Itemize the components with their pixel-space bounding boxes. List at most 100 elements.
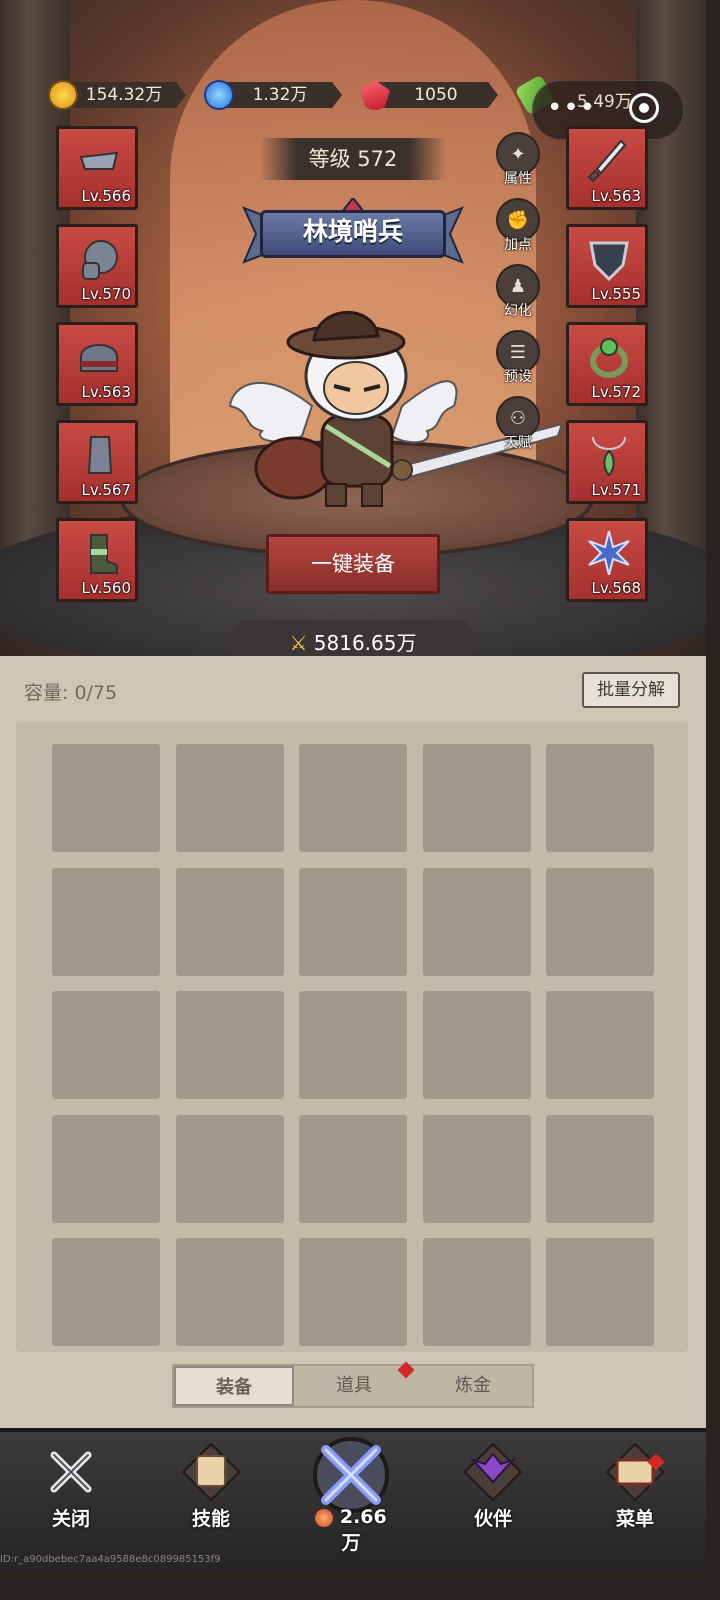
inventory-slot[interactable] — [422, 744, 531, 852]
greave-icon — [87, 436, 113, 474]
attributes-label: 属性 — [504, 171, 532, 187]
inventory-slot[interactable] — [422, 867, 531, 976]
equip-slot-helmet[interactable]: Lv.563 — [56, 322, 138, 406]
inventory-slot[interactable] — [546, 991, 654, 1099]
equip-slot-ring[interactable]: Lv.572 — [566, 322, 648, 406]
batch-decompose-button[interactable]: 批量分解 — [582, 672, 680, 708]
equip-level: Lv.571 — [591, 481, 641, 499]
energy-amount: 5.49万 — [577, 92, 632, 112]
equip-level: Lv.563 — [591, 187, 641, 205]
equip-level: Lv.570 — [81, 285, 131, 303]
crystal-resource[interactable]: 1.32万 — [204, 80, 344, 110]
pauldron-icon — [82, 240, 118, 280]
crossed-swords-icon: ⚔ — [289, 631, 308, 655]
inventory-slot[interactable] — [52, 867, 160, 976]
talent-label: 天赋 — [504, 435, 532, 451]
inventory-slot[interactable] — [52, 991, 160, 1099]
inventory-slot[interactable] — [299, 744, 407, 852]
one-click-equip-button[interactable]: 一键装备 — [266, 534, 440, 594]
nav-partner-label: 伙伴 — [473, 1508, 512, 1530]
attributes-button[interactable]: ✦ 属性 — [494, 132, 542, 188]
inventory-grid — [16, 722, 688, 1352]
equip-level: Lv.563 — [81, 383, 131, 401]
tab-equipment[interactable]: 装备 — [174, 1366, 294, 1406]
inventory-slot[interactable] — [299, 991, 407, 1099]
user-id: ID:r_a90dbebec7aa4a9588e8c089985153f9 — [0, 1554, 221, 1565]
inventory-slot[interactable] — [546, 1114, 654, 1223]
ring-icon — [590, 338, 628, 378]
hero-title: 林境哨兵 — [302, 217, 403, 246]
inventory-slot[interactable] — [422, 1238, 531, 1346]
star-emblem-icon — [588, 531, 630, 575]
inventory-slot[interactable] — [546, 744, 654, 852]
nav-menu[interactable]: 菜单 — [590, 1440, 680, 1531]
inventory-slot[interactable] — [299, 867, 407, 976]
tab-items[interactable]: 道具 — [294, 1366, 414, 1406]
ruby-resource[interactable]: 1050 — [360, 80, 500, 110]
crossed-tools-icon — [39, 1440, 103, 1504]
nav-close-label: 关闭 — [51, 1508, 90, 1530]
equip-slot-shield[interactable]: Lv.555 — [566, 224, 648, 308]
gold-amount: 154.32万 — [62, 82, 186, 108]
inventory-capacity: 容量: 0/75 — [24, 682, 118, 704]
hero-level: 等级 572 — [260, 138, 446, 180]
gold-coin-icon — [48, 80, 78, 110]
inventory-slot[interactable] — [52, 744, 160, 852]
equip-level: Lv.555 — [591, 285, 641, 303]
inventory-slot[interactable] — [175, 744, 284, 852]
necklace-icon — [592, 436, 626, 477]
battle-amount-value: 2.66万 — [339, 1506, 387, 1554]
inventory-slot[interactable] — [175, 991, 284, 1099]
equip-slot-greave[interactable]: Lv.567 — [56, 420, 138, 504]
nav-close[interactable]: 关闭 — [26, 1440, 116, 1531]
talent-button[interactable]: ⚇ 天赋 — [494, 396, 542, 452]
inventory-slot[interactable] — [546, 1238, 654, 1346]
nav-battle[interactable]: 2.66万 — [306, 1430, 396, 1555]
helmet-icon — [80, 344, 118, 372]
equip-level: Lv.568 — [591, 579, 641, 597]
gold-resource[interactable]: 154.32万 — [48, 80, 188, 110]
wings-icon — [461, 1440, 525, 1504]
equip-level: Lv.572 — [591, 383, 641, 401]
inventory-slot[interactable] — [546, 867, 654, 976]
inventory-slot[interactable] — [422, 1114, 531, 1223]
close-program-icon[interactable] — [629, 93, 659, 123]
add-points-button[interactable]: ✊ 加点 — [494, 198, 542, 254]
preset-button[interactable]: ☰ 预设 — [494, 330, 542, 386]
ember-orb-icon — [315, 1508, 334, 1527]
equip-slot-necklace[interactable]: Lv.571 — [566, 420, 648, 504]
battle-amount: 2.66万 — [306, 1506, 396, 1555]
inventory-slot[interactable] — [52, 1114, 160, 1223]
inventory-slot[interactable] — [422, 991, 531, 1099]
transform-label: 幻化 — [504, 303, 532, 319]
combat-power-value: 5816.65万 — [313, 631, 417, 655]
inventory-slot[interactable] — [175, 867, 284, 976]
equip-slot-sword[interactable]: Lv.563 — [566, 126, 648, 210]
tab-alchemy[interactable]: 炼金 — [414, 1366, 532, 1406]
equip-slot-pauldron[interactable]: Lv.570 — [56, 224, 138, 308]
book-icon — [603, 1440, 667, 1504]
equip-level: Lv.560 — [81, 579, 131, 597]
nav-skills[interactable]: 技能 — [166, 1440, 256, 1531]
equip-slot-boots[interactable]: Lv.560 — [56, 518, 138, 602]
inventory-slot[interactable] — [175, 1238, 284, 1346]
inventory-slot[interactable] — [175, 1114, 284, 1223]
shield-icon — [589, 241, 629, 281]
equip-slot-emblem[interactable]: Lv.568 — [566, 518, 648, 602]
inventory-slot[interactable] — [299, 1114, 407, 1223]
scroll-icon — [179, 1440, 243, 1504]
nav-menu-label: 菜单 — [615, 1508, 654, 1530]
nav-partner[interactable]: 伙伴 — [448, 1440, 538, 1531]
equip-level: Lv.566 — [81, 187, 131, 205]
inventory-tabs: 装备 道具 炼金 — [172, 1364, 534, 1408]
inventory-slot[interactable] — [52, 1238, 160, 1346]
inventory-slot[interactable] — [299, 1238, 407, 1346]
crystal-amount: 1.32万 — [218, 82, 342, 108]
equip-slot-bracer[interactable]: Lv.566 — [56, 126, 138, 210]
transform-button[interactable]: ♟ 幻化 — [494, 264, 542, 320]
ruby-amount: 1050 — [374, 82, 498, 108]
blue-crystal-icon — [204, 80, 234, 110]
hero-title-plate: 林境哨兵 — [240, 198, 466, 268]
preset-label: 预设 — [504, 369, 532, 385]
sword-icon — [587, 139, 627, 183]
